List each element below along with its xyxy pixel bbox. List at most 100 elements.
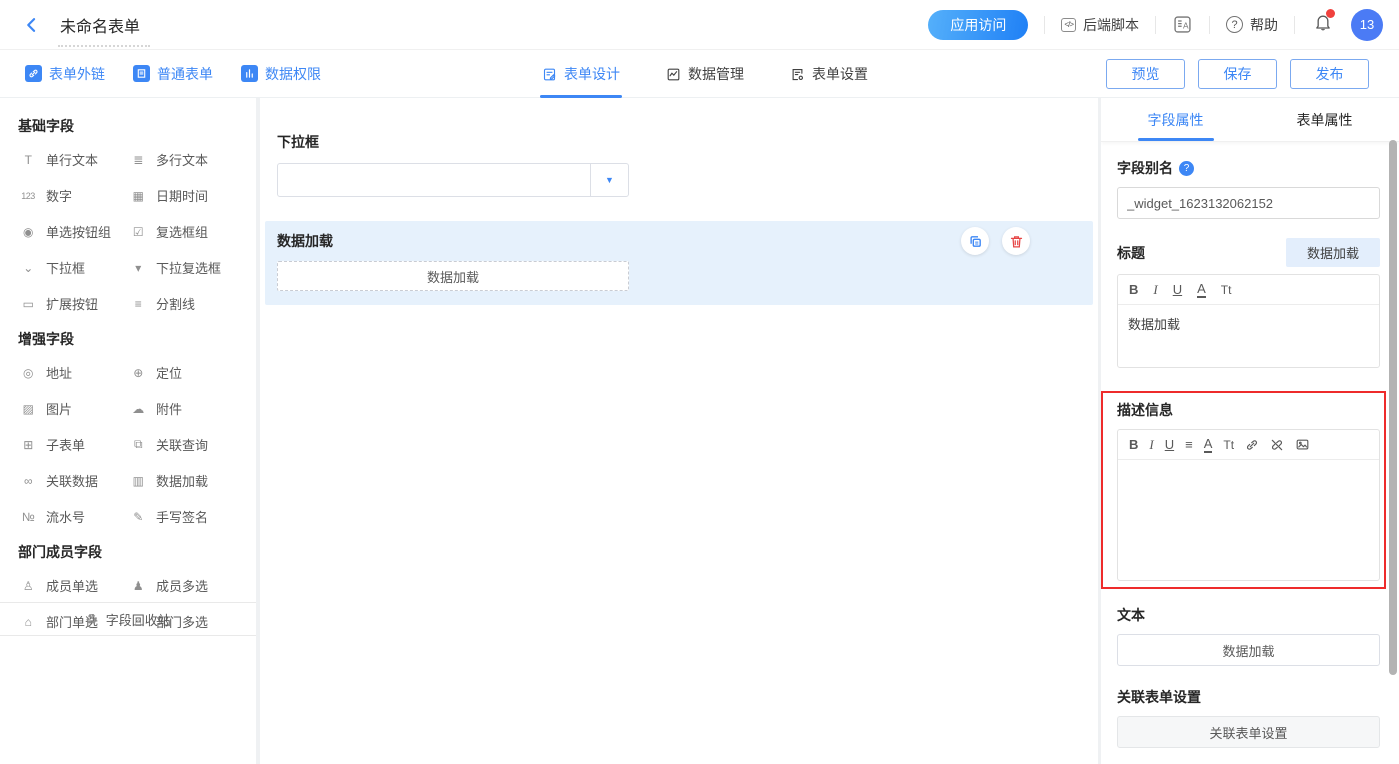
insert-link-button[interactable] (1245, 438, 1259, 452)
field-label: 下拉框 (277, 134, 319, 150)
publish-button[interactable]: 发布 (1290, 58, 1369, 89)
remove-link-button[interactable] (1270, 438, 1284, 452)
palette-item-linked-query[interactable]: ⧉ 关联查询 (128, 435, 238, 454)
palette-item-label: 数据加载 (156, 474, 209, 489)
data-permission-button[interactable]: 数据权限 (241, 64, 321, 84)
palette-item-member-multi[interactable]: ♟ 成员多选 (128, 576, 238, 595)
sub-toolbar: 表单外链 普通表单 数据权限 表单设计 数据管理 表单设置 预览 保存 发布 (0, 50, 1399, 98)
normal-form-button[interactable]: 普通表单 (133, 64, 213, 84)
language-button[interactable]: A (1172, 14, 1193, 35)
dropdown-select[interactable]: ▼ (277, 163, 629, 197)
tab-form-design-label: 表单设计 (564, 66, 620, 82)
palette-item-label: 子表单 (46, 438, 86, 453)
title-field-tag[interactable]: 数据加载 (1285, 238, 1380, 267)
palette-item-label: 扩展按钮 (46, 297, 99, 312)
pen-icon: ✎ (133, 509, 143, 524)
title-label: 标题 (1117, 244, 1145, 261)
palette-item-image[interactable]: ▨ 图片 (18, 399, 128, 418)
field-alias-help-icon[interactable]: ? (1179, 160, 1194, 176)
title-editor-content[interactable]: 数据加载 (1118, 305, 1379, 367)
palette-item-linked-data[interactable]: ∞ 关联数据 (18, 471, 128, 490)
backend-script-button[interactable]: </> 后端脚本 (1061, 15, 1139, 35)
image-icon (1296, 439, 1309, 450)
palette-item-dropdown[interactable]: ⌄ 下拉框 (18, 258, 128, 277)
form-title[interactable]: 未命名表单 (60, 19, 140, 36)
tab-field-properties[interactable]: 字段属性 (1101, 98, 1250, 141)
palette-item-multi-line-text[interactable]: ≣ 多行文本 (128, 150, 238, 169)
palette-item-signature[interactable]: ✎ 手写签名 (128, 507, 238, 526)
text-section-label: 文本 (1117, 607, 1145, 623)
app-access-button[interactable]: 应用访问 (928, 9, 1029, 40)
preview-button[interactable]: 预览 (1106, 58, 1185, 89)
canvas-field-dropdown[interactable]: 下拉框 ▼ (265, 122, 1093, 211)
tab-form-design[interactable]: 表单设计 (540, 50, 622, 98)
back-button[interactable] (22, 15, 42, 35)
description-editor-content[interactable] (1118, 460, 1379, 580)
data-load-trigger-button[interactable]: 数据加载 (277, 261, 629, 291)
palette-item-dropdown-multi[interactable]: ▾ 下拉复选框 (128, 258, 238, 277)
palette-item-member-single[interactable]: ♙ 成员单选 (18, 576, 128, 595)
palette-item-label: 下拉复选框 (156, 261, 222, 276)
tab-data-management-label: 数据管理 (688, 66, 744, 82)
palette-item-subform[interactable]: ⊞ 子表单 (18, 435, 128, 454)
palette-item-data-load[interactable]: ▥ 数据加载 (128, 471, 238, 490)
help-button[interactable]: ? 帮助 (1226, 15, 1278, 35)
tab-form-properties[interactable]: 表单属性 (1250, 98, 1399, 141)
palette-item-checkbox-group[interactable]: ☑ 复选框组 (128, 222, 238, 241)
properties-tabs: 字段属性 表单属性 (1101, 98, 1399, 142)
panel-scrollbar[interactable] (1389, 140, 1397, 675)
notification-bell-button[interactable] (1313, 9, 1335, 37)
copy-field-button[interactable] (961, 227, 989, 255)
palette-item-divider-line[interactable]: ≡ 分割线 (128, 294, 238, 313)
palette-item-serial-number[interactable]: № 流水号 (18, 507, 128, 526)
related-form-settings-button[interactable]: 关联表单设置 (1117, 716, 1380, 748)
italic-button[interactable]: I (1153, 283, 1157, 296)
canvas-field-data-load[interactable]: 数据加载 数据加载 (265, 221, 1093, 305)
recycle-icon: ♻ (85, 610, 98, 627)
palette-item-address[interactable]: ◎ 地址 (18, 363, 128, 382)
checkbox-icon: ☑ (132, 224, 144, 239)
field-alias-input[interactable] (1117, 187, 1380, 219)
font-color-button[interactable]: A (1197, 282, 1206, 298)
underline-button[interactable]: U (1165, 438, 1174, 451)
italic-button[interactable]: I (1149, 438, 1153, 451)
palette-item-attachment[interactable]: ☁ 附件 (128, 399, 238, 418)
palette-item-label: 关联查询 (156, 438, 209, 453)
delete-field-button[interactable] (1002, 227, 1030, 255)
palette-item-radio-group[interactable]: ◉ 单选按钮组 (18, 222, 128, 241)
insert-image-button[interactable] (1295, 437, 1310, 452)
section-title-enhanced: 增强字段 (18, 331, 74, 347)
palette-item-position[interactable]: ⊕ 定位 (128, 363, 238, 382)
divider-line-icon: ≡ (134, 296, 142, 311)
linked-query-icon: ⧉ (133, 437, 143, 451)
font-color-button[interactable]: A (1203, 437, 1213, 453)
section-title-dept-member: 部门成员字段 (18, 544, 102, 560)
bold-button[interactable]: B (1129, 438, 1138, 451)
field-palette: 基础字段 T 单行文本 ≣ 多行文本 123 数字 ▦ 日期时间 ◉ 单选按钮组 ☑ 复选框… (0, 98, 260, 764)
field-recycle-bin-button[interactable]: ♻ 字段回收站 (0, 602, 256, 636)
bold-button[interactable]: B (1129, 283, 1138, 296)
palette-item-number[interactable]: 123 数字 (18, 186, 128, 205)
tab-data-management[interactable]: 数据管理 (664, 50, 746, 98)
font-size-button[interactable]: Tt (1223, 439, 1234, 451)
palette-item-label: 成员单选 (46, 579, 99, 594)
underline-button[interactable]: U (1173, 283, 1182, 296)
form-external-link-button[interactable]: 表单外链 (25, 64, 105, 84)
palette-item-label: 成员多选 (156, 579, 209, 594)
palette-item-extend-button[interactable]: ▭ 扩展按钮 (18, 294, 128, 313)
external-link-icon (25, 65, 42, 82)
chevron-down-icon[interactable]: ▼ (590, 164, 628, 196)
palette-item-single-line-text[interactable]: T 单行文本 (18, 150, 128, 169)
text-value-button[interactable]: 数据加载 (1117, 634, 1380, 666)
tab-field-properties-label: 字段属性 (1147, 111, 1204, 128)
image-icon: ▨ (22, 401, 34, 416)
serial-number-icon: № (21, 509, 35, 524)
palette-item-datetime[interactable]: ▦ 日期时间 (128, 186, 238, 205)
tab-form-settings[interactable]: 表单设置 (788, 50, 870, 98)
avatar[interactable]: 13 (1351, 8, 1383, 41)
font-size-button[interactable]: Tt (1221, 284, 1232, 296)
align-button[interactable]: ≡ (1185, 438, 1193, 451)
palette-item-label: 单选按钮组 (46, 225, 112, 240)
location-pin-icon: ◎ (23, 365, 33, 380)
save-button[interactable]: 保存 (1198, 58, 1277, 89)
